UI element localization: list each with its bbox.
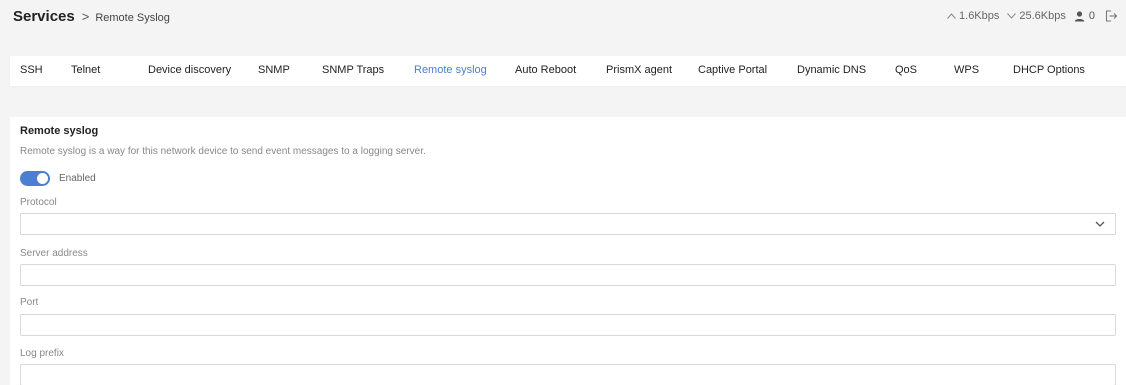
select-chevron-icon: [1095, 221, 1105, 227]
tab-qos[interactable]: QoS: [895, 64, 917, 76]
logout-button[interactable]: [1105, 10, 1118, 22]
server-address-label: Server address: [20, 248, 88, 259]
breadcrumb-current: Remote Syslog: [95, 12, 170, 24]
tab-bar: SSH Telnet Device discovery SNMP SNMP Tr…: [10, 56, 1126, 86]
breadcrumb-root[interactable]: Services: [13, 8, 75, 25]
port-input[interactable]: [20, 314, 1116, 336]
download-rate: 25.6Kbps: [1007, 10, 1066, 22]
section-description: Remote syslog is a way for this network …: [20, 146, 426, 157]
tab-auto-reboot[interactable]: Auto Reboot: [515, 64, 576, 76]
enabled-toggle[interactable]: [20, 171, 50, 186]
user-icon: [1074, 10, 1085, 21]
tab-dhcp-options[interactable]: DHCP Options: [1013, 64, 1085, 76]
tab-prismx-agent[interactable]: PrismX agent: [606, 64, 672, 76]
tab-device-discovery[interactable]: Device discovery: [148, 64, 231, 76]
section-title: Remote syslog: [20, 125, 99, 137]
tab-dynamic-dns[interactable]: Dynamic DNS: [797, 64, 866, 76]
log-prefix-input[interactable]: [20, 364, 1116, 385]
enabled-label: Enabled: [59, 173, 96, 184]
tab-remote-syslog[interactable]: Remote syslog: [414, 64, 487, 76]
tab-wps[interactable]: WPS: [954, 64, 979, 76]
tab-ssh[interactable]: SSH: [20, 64, 43, 76]
page: Services > Remote Syslog 1.6Kbps 25.6Kbp…: [0, 0, 1126, 385]
upload-rate: 1.6Kbps: [947, 10, 999, 22]
tab-telnet[interactable]: Telnet: [71, 64, 100, 76]
logout-icon: [1105, 10, 1118, 22]
breadcrumb: Services > Remote Syslog: [13, 8, 170, 25]
status-bar: 1.6Kbps 25.6Kbps 0: [947, 10, 1118, 22]
breadcrumb-separator: >: [81, 9, 90, 24]
tab-snmp[interactable]: SNMP: [258, 64, 290, 76]
tab-captive-portal[interactable]: Captive Portal: [698, 64, 767, 76]
upload-rate-value: 1.6Kbps: [959, 10, 1000, 22]
remote-syslog-card: Remote syslog Remote syslog is a way for…: [10, 117, 1126, 385]
server-address-input[interactable]: [20, 264, 1116, 286]
protocol-select[interactable]: [20, 213, 1116, 235]
tab-snmp-traps[interactable]: SNMP Traps: [322, 64, 384, 76]
header: Services > Remote Syslog 1.6Kbps 25.6Kbp…: [0, 0, 1126, 56]
port-label: Port: [20, 297, 39, 308]
log-prefix-label: Log prefix: [20, 348, 64, 359]
protocol-label: Protocol: [20, 197, 57, 208]
download-rate-value: 25.6Kbps: [1019, 10, 1066, 22]
chevron-down-icon: [1007, 13, 1017, 19]
user-count: 0: [1088, 10, 1095, 22]
users-indicator[interactable]: 0: [1074, 10, 1095, 22]
enabled-row: Enabled: [20, 171, 96, 186]
chevron-up-icon: [947, 13, 956, 19]
